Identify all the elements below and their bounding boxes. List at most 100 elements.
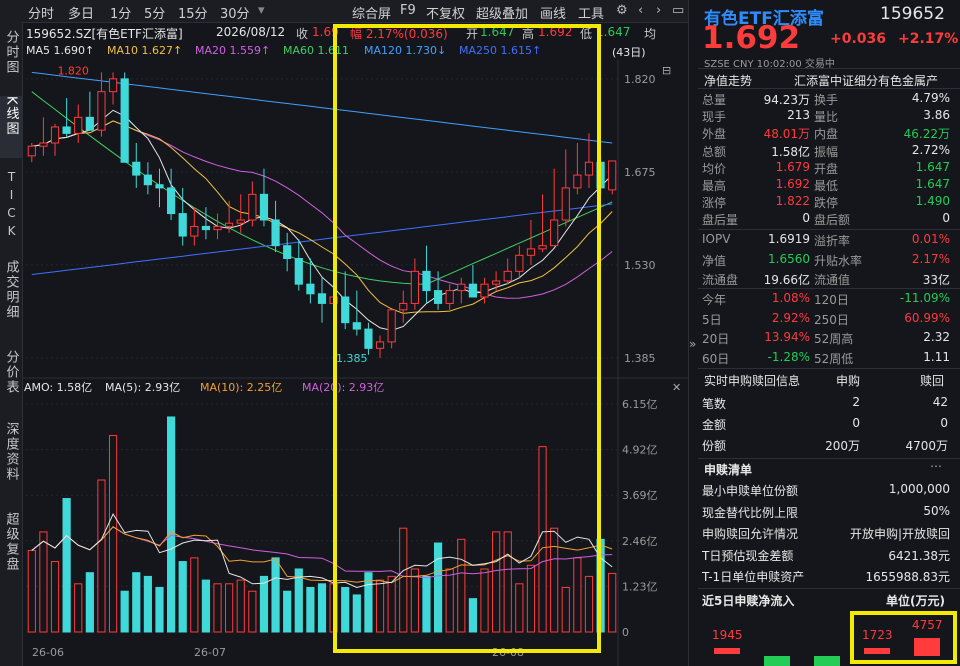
volume-bar <box>259 575 269 633</box>
stat-cell: 2.32 <box>923 330 950 344</box>
no-adjust-button[interactable]: 不复权 <box>426 3 465 22</box>
stat-cell: 1.490 <box>915 194 950 209</box>
side-tab-kline[interactable]: K线图 <box>0 96 22 158</box>
stat-cell: 52周低 <box>814 351 854 366</box>
stat-row: 20日 13.94% 52周高 2.32 <box>698 330 960 347</box>
divider <box>698 68 960 69</box>
volume-bar <box>39 531 48 633</box>
vol-tick-label: 3.69亿 <box>622 489 658 502</box>
symbol-label: 159652.SZ[有色ETF汇添富] <box>26 27 183 41</box>
tab-30min[interactable]: 30分 <box>220 3 250 22</box>
close-panel-icon: ✕ <box>672 381 681 394</box>
period-badge: (43日) <box>612 46 646 59</box>
stat-cell: 3.86 <box>923 108 950 123</box>
stat-cell: 涨停 <box>702 196 727 211</box>
side-tab-replay[interactable]: 超级复盘 <box>0 512 22 592</box>
tools-button[interactable]: 工具 <box>578 3 604 22</box>
stat-cell: 48.01万 <box>763 127 810 142</box>
tab-15min[interactable]: 15分 <box>178 3 208 22</box>
stat-cell: 2.17% <box>911 251 950 266</box>
stat-cell: 2.72% <box>911 142 950 157</box>
redemption-list-row: 最小申赎单位份额 1,000,000 <box>698 482 960 499</box>
tab-5min[interactable]: 5分 <box>144 3 165 22</box>
stat-cell: IOPV <box>702 232 731 246</box>
stat-cell: 总额 <box>702 144 727 159</box>
nav-trend-link[interactable]: 净值走势 <box>704 72 752 89</box>
stat-row: 今年 1.08% 120日 -11.09% <box>698 291 960 308</box>
tab-multiday[interactable]: 多日 <box>68 3 94 22</box>
volume-bar <box>190 557 199 633</box>
list-label: 最小申赎单位份额 <box>702 484 799 498</box>
stat-cell: 开盘 <box>814 161 839 176</box>
redemption-list-row: 现金替代比例上限 50% <box>698 504 960 521</box>
stat-cell: 4.79% <box>911 91 950 105</box>
sub-row-label: 笔数 <box>702 397 727 411</box>
stat-cell: 52周高 <box>814 332 854 346</box>
stat-cell: 升贴水率 <box>814 253 863 268</box>
side-tab-label: 深度资料 <box>3 422 19 482</box>
side-tab-timeshare[interactable]: 分时图 <box>0 30 22 88</box>
side-tab-trades[interactable]: 成交明细 <box>0 260 22 340</box>
tab-timeshare[interactable]: 分时 <box>28 3 54 22</box>
side-tab-profile[interactable]: 深度资料 <box>0 422 22 502</box>
volume-bar <box>271 557 280 633</box>
divider <box>698 588 960 589</box>
list-value: 6421.38元 <box>888 548 950 563</box>
redemption-list-title: 申赎清单 <box>704 463 753 477</box>
net-flow-bar <box>814 656 840 666</box>
candle-body <box>85 116 94 131</box>
stat-cell: 1.58亿 <box>771 144 810 159</box>
volume-bar <box>62 498 71 633</box>
settings-gear-icon[interactable]: ⚙ <box>616 3 628 18</box>
divider <box>698 368 960 369</box>
more-options-icon[interactable]: ⋯ <box>930 459 942 473</box>
stat-row: 均价 1.679 开盘 1.647 <box>698 160 960 177</box>
tracking-index-name[interactable]: 汇添富中证细分有色金属产 <box>794 72 938 89</box>
low-value: 1.647 <box>596 25 631 39</box>
sub-value: 0 <box>852 416 860 430</box>
candle-body <box>155 184 164 189</box>
stat-cell: 最低 <box>814 179 839 193</box>
list-value: 50% <box>923 503 950 518</box>
tab-1min[interactable]: 1分 <box>110 3 131 22</box>
stat-cell: 1.11 <box>923 349 950 364</box>
last-price: 1.692 <box>702 20 801 56</box>
composite-screen-button[interactable]: 综合屏 <box>352 3 391 22</box>
stat-cell: -11.09% <box>899 291 950 305</box>
super-overlay-button[interactable]: 超级叠加 <box>476 3 528 22</box>
list-label: T日预估现金差额 <box>702 548 794 563</box>
volume-bar <box>120 590 129 633</box>
candle-body <box>283 245 292 260</box>
draw-line-button[interactable]: 画线 <box>540 3 566 22</box>
f9-button[interactable]: F9 <box>400 3 416 18</box>
candle-body <box>236 219 245 224</box>
chevron-right-icon[interactable]: › <box>656 3 661 18</box>
stat-cell: 0 <box>942 211 950 226</box>
collapse-arrow-icon[interactable]: » <box>689 337 696 351</box>
stat-cell: 换手 <box>814 93 839 107</box>
stat-row: IOPV 1.6919 溢折率 0.01% <box>698 232 960 249</box>
stat-cell: 净值 <box>702 253 727 268</box>
more-tabs-icon[interactable]: ▾ <box>258 3 265 18</box>
stat-cell: 20日 <box>702 332 730 346</box>
volume-bar <box>317 583 327 633</box>
stat-cell: 1.647 <box>915 177 950 191</box>
price-tick-label: 1.385 <box>624 352 656 365</box>
side-tab-price-table[interactable]: 分价表 <box>0 350 22 410</box>
candle-body <box>271 219 280 247</box>
stat-cell: 1.822 <box>775 194 810 209</box>
side-tab-tick[interactable]: TICK <box>0 170 22 250</box>
volume-bar <box>74 583 83 633</box>
chevron-left-icon[interactable]: ‹ <box>638 3 643 18</box>
stat-cell: 现手 <box>702 110 727 125</box>
stat-cell: 跌停 <box>814 196 839 211</box>
candle-body <box>213 225 222 231</box>
stat-cell: 94.23万 <box>763 93 810 107</box>
stat-cell: 内盘 <box>814 127 839 142</box>
sub-redeem-title: 实时申购赎回信息 <box>704 374 801 388</box>
maximize-icon[interactable]: ▭ <box>672 3 684 18</box>
volume-bar <box>283 590 292 633</box>
redemption-list-row: T-1日单位申赎资产 1655988.83元 <box>698 568 960 585</box>
divider <box>698 229 960 230</box>
stat-row: 总量 94.23万 换手 4.79% <box>698 91 960 108</box>
